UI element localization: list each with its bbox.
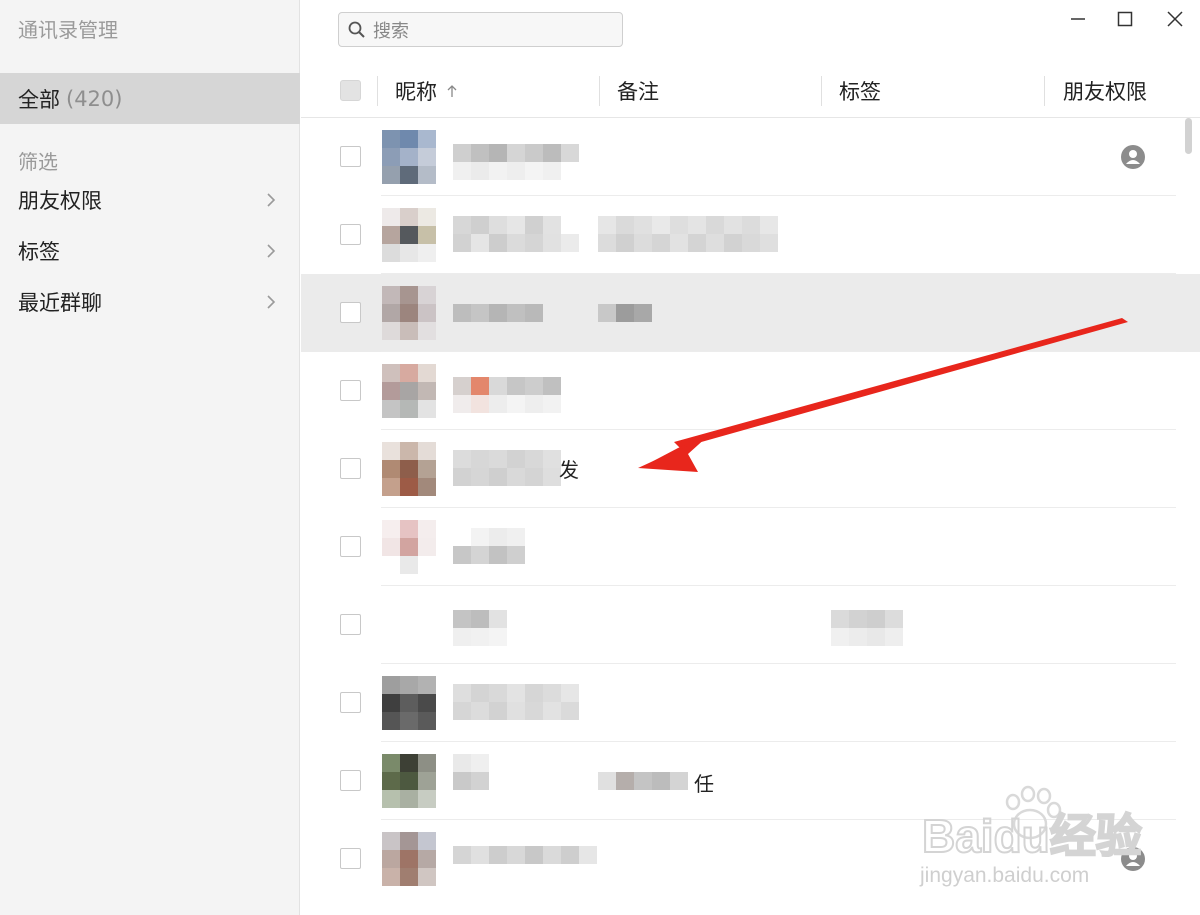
table-row[interactable]: [301, 586, 1200, 664]
nickname-text: 发: [559, 458, 579, 482]
pixelated-remark: [598, 216, 778, 252]
column-nickname[interactable]: 昵称: [395, 76, 459, 106]
avatar: [382, 286, 436, 340]
minimize-icon: [1071, 18, 1085, 20]
pixelated-nickname: [453, 610, 507, 646]
column-friend-permission[interactable]: 朋友权限: [1063, 76, 1147, 106]
search-input[interactable]: 搜索: [338, 12, 623, 47]
pixelated-nickname: [453, 377, 561, 413]
filter-heading: 筛选: [18, 150, 58, 174]
annotation-arrow: [620, 310, 1140, 490]
watermark-url: jingyan.baidu.com: [919, 864, 1089, 887]
pixelated-nickname: [453, 144, 579, 180]
watermark-brand: Baidu经验: [922, 810, 1142, 862]
sidebar-item-label: 最近群聊: [18, 291, 102, 315]
search-icon: [348, 21, 365, 38]
table-header: 昵称 备注 标签 朋友权限: [301, 68, 1200, 118]
pixelated-nickname: [453, 216, 579, 252]
pixelated-nickname: [453, 450, 561, 486]
row-checkbox[interactable]: [340, 770, 361, 791]
profile-icon: [1121, 145, 1145, 169]
column-remark[interactable]: 备注: [617, 76, 659, 106]
row-checkbox[interactable]: [340, 302, 361, 323]
column-label: 备注: [617, 80, 659, 104]
row-checkbox[interactable]: [340, 614, 361, 635]
table-row[interactable]: [301, 664, 1200, 742]
row-checkbox[interactable]: [340, 380, 361, 401]
maximize-button[interactable]: [1114, 8, 1136, 30]
column-divider: [821, 76, 822, 106]
pixelated-nickname: [453, 846, 597, 864]
column-divider: [599, 76, 600, 106]
column-divider: [377, 76, 378, 106]
table-row[interactable]: [301, 508, 1200, 586]
remark-text: 任: [694, 772, 714, 796]
sidebar-item-recent-groups[interactable]: 最近群聊: [0, 279, 300, 325]
row-checkbox[interactable]: [340, 458, 361, 479]
avatar: [382, 520, 436, 574]
minimize-button[interactable]: [1067, 8, 1089, 30]
pixelated-nickname: [453, 304, 543, 322]
pixelated-tag: [831, 610, 903, 646]
column-label: 朋友权限: [1063, 80, 1147, 104]
sidebar-item-label: 朋友权限: [18, 189, 102, 213]
row-checkbox[interactable]: [340, 224, 361, 245]
pixelated-nickname: [453, 528, 525, 564]
column-divider: [1044, 76, 1045, 106]
avatar: [382, 676, 436, 730]
sidebar-item-label: 标签: [18, 240, 60, 264]
search-placeholder: 搜索: [373, 20, 409, 42]
avatar: [382, 208, 436, 262]
select-all-checkbox[interactable]: [340, 80, 361, 101]
sidebar-item-friend-permission[interactable]: 朋友权限: [0, 177, 300, 223]
close-icon: [1167, 11, 1183, 27]
baidu-jingyan-watermark: Baidu经验 jingyan.baidu.com: [918, 782, 1188, 892]
column-label: 昵称: [395, 80, 437, 104]
contact-count: (420): [66, 86, 123, 111]
row-checkbox[interactable]: [340, 146, 361, 167]
avatar: [382, 364, 436, 418]
row-checkbox[interactable]: [340, 536, 361, 557]
table-row[interactable]: [301, 118, 1200, 196]
window-title: 通讯录管理: [18, 18, 118, 42]
contacts-manager-window: 通讯录管理 全部 (420) 筛选 朋友权限 标签 最近群聊 搜索 昵称 备注 …: [0, 0, 1200, 915]
column-tags[interactable]: 标签: [839, 76, 881, 106]
table-row[interactable]: [301, 196, 1200, 274]
close-button[interactable]: [1164, 8, 1186, 30]
sidebar: 通讯录管理 全部 (420) 筛选 朋友权限 标签 最近群聊: [0, 0, 300, 915]
chevron-right-icon: [267, 193, 276, 207]
sidebar-item-all[interactable]: 全部 (420): [0, 73, 300, 124]
pixelated-nickname: [453, 684, 579, 720]
pixelated-remark: [598, 772, 694, 790]
avatar: [382, 130, 436, 184]
avatar: [382, 832, 436, 886]
maximize-icon: [1117, 11, 1133, 27]
sidebar-item-tags[interactable]: 标签: [0, 228, 300, 274]
row-checkbox[interactable]: [340, 692, 361, 713]
pixelated-nickname: [453, 754, 489, 790]
sort-ascending-icon: [447, 85, 457, 97]
chevron-right-icon: [267, 295, 276, 309]
chevron-right-icon: [267, 244, 276, 258]
avatar: [382, 754, 436, 808]
sidebar-item-all-label: 全部: [18, 87, 60, 112]
avatar: [382, 442, 436, 496]
vertical-scrollbar[interactable]: [1185, 118, 1192, 154]
row-checkbox[interactable]: [340, 848, 361, 869]
column-label: 标签: [839, 80, 881, 104]
